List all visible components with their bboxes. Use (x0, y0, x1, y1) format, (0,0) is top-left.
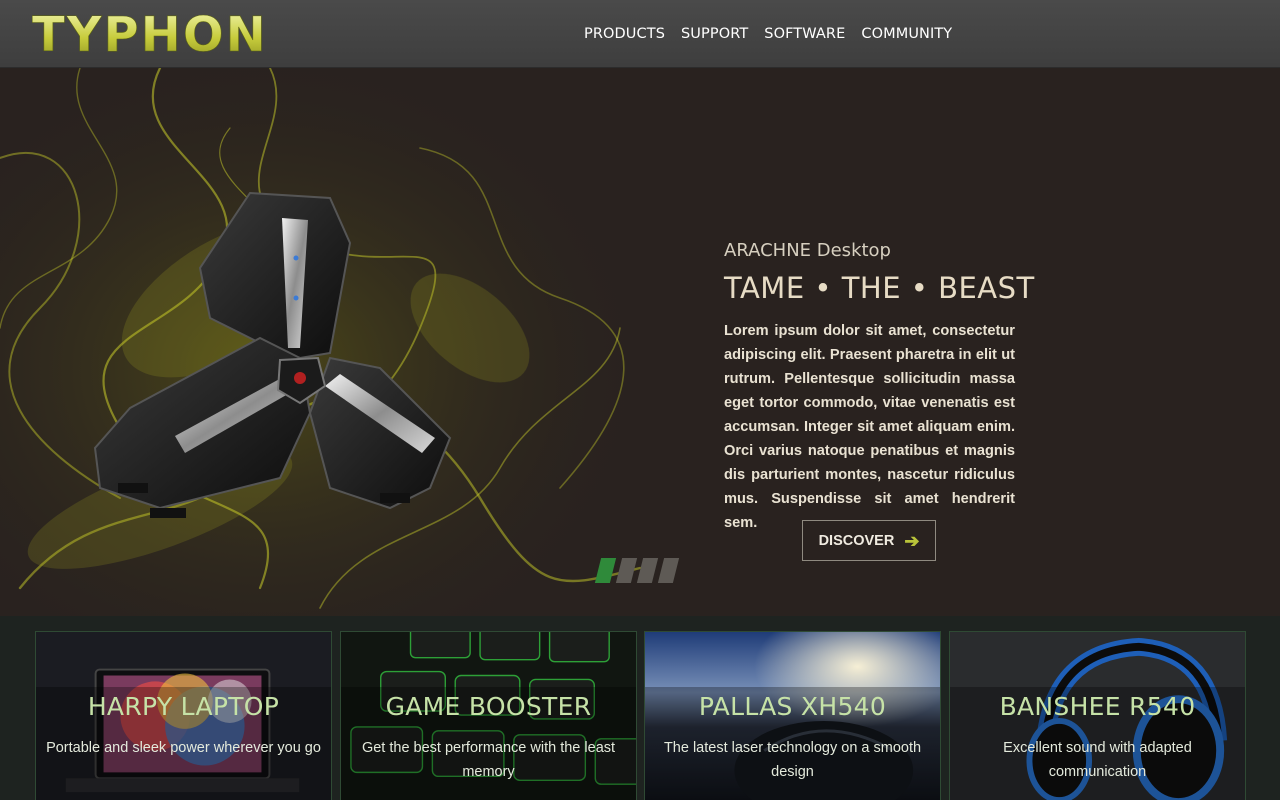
slider-indicators (594, 558, 680, 583)
slide-indicator-1[interactable] (594, 558, 617, 583)
product-description: Excellent sound with adapted communicati… (1003, 740, 1192, 780)
nav-support[interactable]: SUPPORT (673, 26, 756, 42)
hero-copy: ARACHNE Desktop TAME • THE • BEAST Lorem… (724, 240, 1035, 535)
slide-indicator-2[interactable] (615, 558, 638, 583)
nav-software[interactable]: SOFTWARE (756, 26, 853, 42)
product-title: GAME BOOSTER (385, 692, 592, 721)
slide-indicator-3[interactable] (636, 558, 659, 583)
product-card-banshee-r540[interactable]: BANSHEE R540 Excellent sound with adapte… (949, 631, 1246, 800)
product-card-harpy-laptop[interactable]: HARPY LAPTOP Portable and sleek power wh… (35, 631, 332, 800)
discover-button[interactable]: DISCOVER ➔ (802, 520, 936, 561)
nav-products[interactable]: PRODUCTS (576, 26, 673, 42)
product-card-pallas-xh540[interactable]: PALLAS XH540 The latest laser technology… (644, 631, 941, 800)
product-title: HARPY LAPTOP (87, 692, 280, 721)
product-description: Portable and sleek power wherever you go (46, 740, 321, 756)
typhon-logo[interactable]: TYPHON (32, 8, 272, 58)
logo-wordmark: TYPHON (32, 8, 268, 58)
arrow-right-icon: ➔ (904, 530, 920, 551)
product-cards: HARPY LAPTOP Portable and sleek power wh… (0, 616, 1280, 800)
hero-slider: ARACHNE Desktop TAME • THE • BEAST Lorem… (0, 68, 1280, 616)
product-description: The latest laser technology on a smooth … (663, 740, 922, 780)
product-card-game-booster[interactable]: GAME BOOSTER Get the best performance wi… (340, 631, 637, 800)
hero-subtitle: ARACHNE Desktop (724, 240, 891, 261)
hero-description: Lorem ipsum dolor sit amet, consectetur … (724, 323, 1015, 531)
arachne-desktop-image (0, 68, 660, 616)
hero-title: TAME • THE • BEAST (724, 271, 1035, 305)
product-title: PALLAS XH540 (698, 692, 887, 721)
top-navbar: TYPHON PRODUCTS SUPPORT SOFTWARE COMMUNI… (0, 0, 1280, 68)
discover-label: DISCOVER (818, 532, 895, 549)
main-nav: PRODUCTS SUPPORT SOFTWARE COMMUNITY (576, 0, 960, 68)
slide-indicator-4[interactable] (657, 558, 680, 583)
nav-community[interactable]: COMMUNITY (853, 26, 960, 42)
product-title: BANSHEE R540 (999, 692, 1196, 721)
product-description: Get the best performance with the least … (361, 740, 616, 780)
